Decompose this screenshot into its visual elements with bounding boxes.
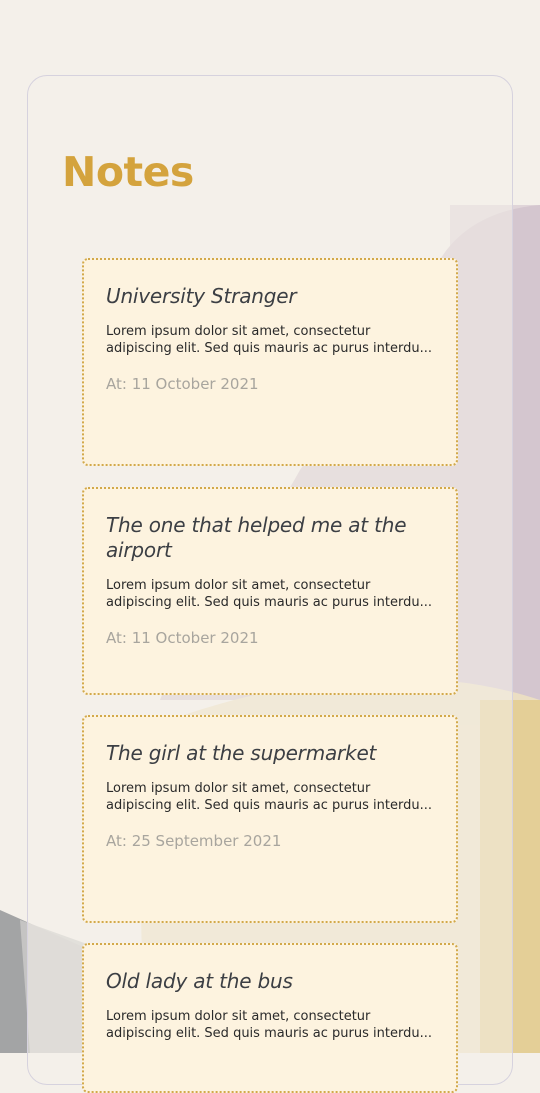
note-card[interactable]: Old lady at the bus Lorem ipsum dolor si… [82, 943, 458, 1093]
note-body: Lorem ipsum dolor sit amet, consectetur … [106, 781, 432, 813]
note-date: At: 11 October 2021 [106, 629, 259, 647]
note-title: The one that helped me at the airport [106, 513, 407, 562]
note-body: Lorem ipsum dolor sit amet, consectetur … [106, 1009, 432, 1041]
note-title: University Stranger [106, 284, 297, 308]
note-card[interactable]: The one that helped me at the airport Lo… [82, 487, 458, 695]
page-title: Notes [62, 148, 194, 196]
note-title: The girl at the supermarket [106, 741, 377, 765]
note-body: Lorem ipsum dolor sit amet, consectetur … [106, 324, 432, 356]
note-date: At: 25 September 2021 [106, 832, 282, 850]
note-date: At: 11 October 2021 [106, 375, 259, 393]
note-card[interactable]: The girl at the supermarket Lorem ipsum … [82, 715, 458, 923]
note-body: Lorem ipsum dolor sit amet, consectetur … [106, 578, 432, 610]
note-card[interactable]: University Stranger Lorem ipsum dolor si… [82, 258, 458, 466]
note-title: Old lady at the bus [106, 969, 293, 993]
